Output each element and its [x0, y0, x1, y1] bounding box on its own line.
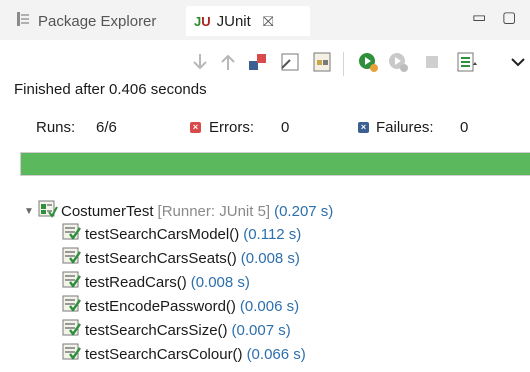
arrow-up-icon[interactable] [216, 50, 240, 74]
toolbar-separator [343, 52, 344, 76]
test-case-row[interactable]: testSearchCarsModel() (0.112 s) [62, 223, 301, 245]
error-icon: × [190, 122, 201, 133]
tab-junit[interactable]: JU JUnit ⛝ [186, 6, 310, 36]
suite-time: (0.207 s) [274, 202, 334, 220]
test-case-time: (0.066 s) [246, 345, 306, 363]
view-menu-icon[interactable] [506, 50, 530, 74]
test-case-name: testSearchCarsColour() [85, 345, 243, 363]
test-case-name: testReadCars() [85, 273, 187, 291]
progress-bar [20, 152, 530, 176]
tab-label: Package Explorer [38, 12, 157, 30]
test-case-row[interactable]: testSearchCarsSize() (0.007 s) [62, 319, 291, 341]
test-case-name: testSearchCarsSize() [85, 321, 228, 339]
junit-toolbar [0, 50, 530, 78]
test-suite-icon [38, 200, 61, 222]
test-case-row[interactable]: testSearchCarsColour() (0.066 s) [62, 343, 306, 365]
maximize-button[interactable]: ▢ [502, 8, 516, 26]
view-tab-bar: Package Explorer JU JUnit ⛝ ▭ ▢ [0, 0, 530, 40]
failures-value: 0 [460, 119, 469, 136]
show-failures-only-icon[interactable] [246, 50, 270, 74]
errors-value: 0 [281, 119, 290, 136]
test-case-time: (0.006 s) [239, 297, 300, 315]
suite-name: CostumerTest [61, 202, 154, 220]
runs-label: Runs: [36, 119, 76, 136]
test-case-row[interactable]: testSearchCarsSeats() (0.008 s) [62, 247, 300, 269]
expand-toggle-icon[interactable]: ▼ [24, 206, 34, 217]
test-case-name: testEncodePassword() [85, 297, 236, 315]
history-icon[interactable] [455, 50, 479, 74]
test-case-time: (0.112 s) [243, 225, 302, 243]
test-counters: Runs: 6/6 × Errors: 0 × Failures: 0 [0, 117, 530, 139]
tab-label: JUnit [216, 12, 251, 30]
test-passed-icon [62, 319, 85, 341]
test-case-name: testSearchCarsSeats() [85, 249, 237, 267]
rerun-failed-first-icon[interactable] [386, 50, 410, 74]
test-passed-icon [62, 295, 85, 317]
test-case-row[interactable]: testReadCars() (0.008 s) [62, 271, 250, 293]
test-case-row[interactable]: testEncodePassword() (0.006 s) [62, 295, 299, 317]
test-case-time: (0.007 s) [231, 321, 291, 339]
failures-label: Failures: [376, 119, 434, 136]
test-passed-icon [62, 223, 85, 245]
arrow-down-icon[interactable] [188, 50, 212, 74]
finished-status-text: Finished after 0.406 seconds [14, 81, 207, 98]
show-skipped-icon[interactable] [310, 50, 334, 74]
test-passed-icon [62, 271, 85, 293]
test-case-time: (0.008 s) [240, 249, 300, 267]
suite-row[interactable]: ▼ CostumerTest [Runner: JUnit 5] (0.207 … [24, 200, 333, 222]
progress-fill [21, 153, 530, 175]
rerun-icon[interactable] [356, 50, 380, 74]
failure-icon: × [358, 122, 369, 133]
minimize-button[interactable]: ▭ [472, 8, 486, 26]
runs-value: 6/6 [96, 119, 117, 136]
tab-package-explorer[interactable]: Package Explorer [16, 6, 156, 36]
suite-runner: [Runner: JUnit 5] [157, 202, 271, 220]
test-passed-icon [62, 247, 85, 269]
stop-icon[interactable] [420, 50, 444, 74]
test-case-time: (0.008 s) [190, 273, 250, 291]
test-case-name: testSearchCarsModel() [85, 225, 240, 243]
close-icon[interactable]: ⛝ [263, 13, 274, 30]
errors-label: Errors: [209, 119, 254, 136]
scroll-lock-icon[interactable] [278, 50, 302, 74]
test-passed-icon [62, 343, 85, 365]
package-explorer-icon [16, 11, 30, 31]
junit-icon: JU [194, 13, 211, 29]
